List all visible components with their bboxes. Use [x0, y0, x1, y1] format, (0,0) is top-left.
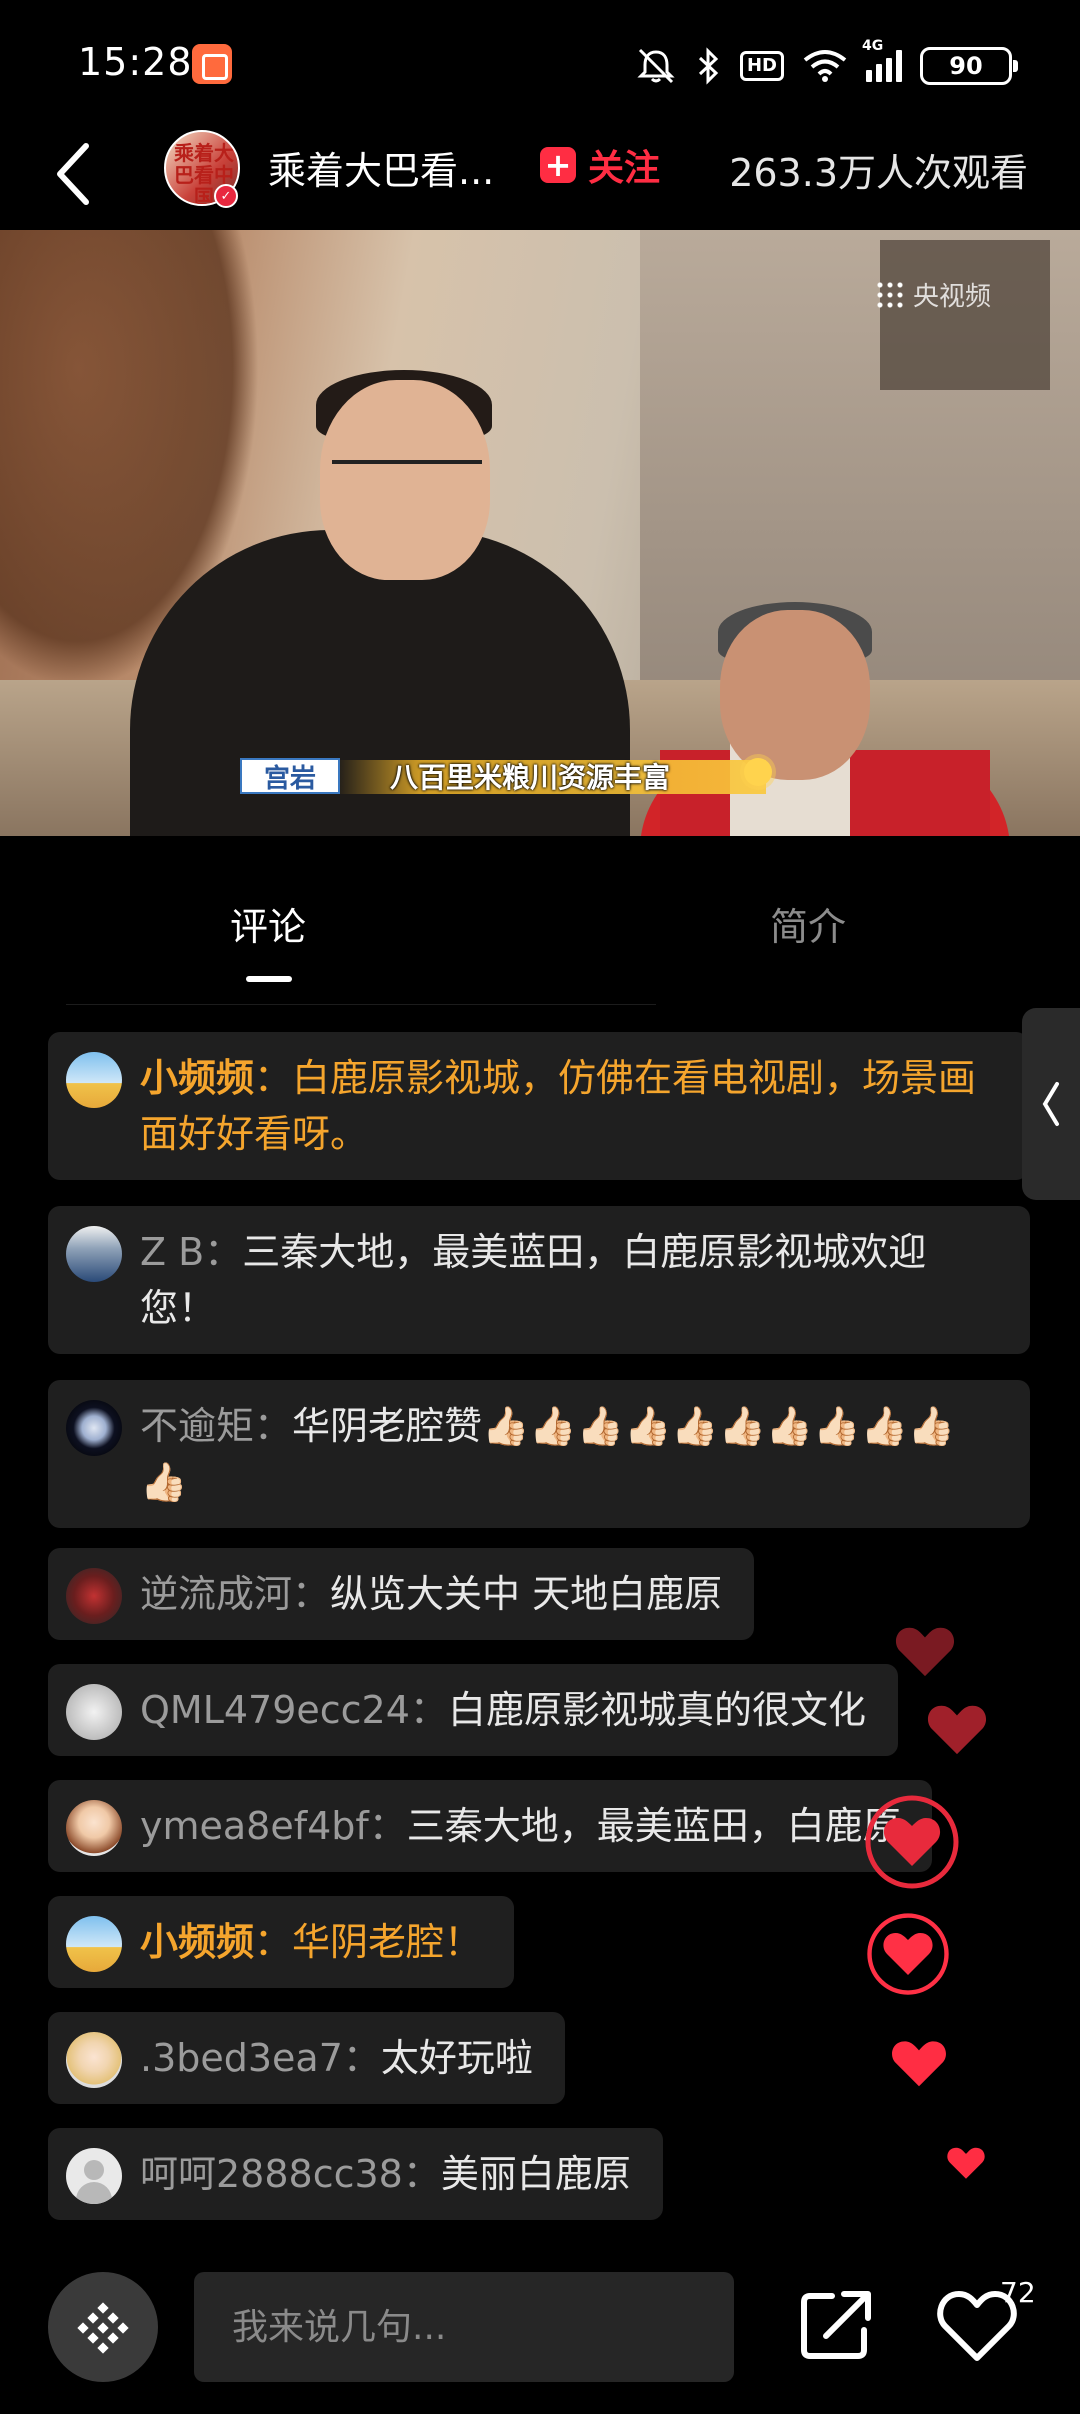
- comment-username[interactable]: 呵呵2888cc38: [140, 2152, 403, 2196]
- comment-username[interactable]: 不逾矩: [140, 1404, 254, 1448]
- floating-heart-icon: [867, 1913, 949, 1995]
- comment-separator: ：: [402, 2152, 441, 2196]
- watermark-logo-icon: [875, 279, 905, 310]
- comment-separator: ：: [254, 1920, 293, 1964]
- comment-text: 纵览大关中 天地白鹿原: [330, 1572, 723, 1616]
- sun-icon: [744, 758, 772, 786]
- chevron-left-icon: [1042, 1082, 1059, 1126]
- comment-item[interactable]: 呵呵2888cc38：美丽白鹿原: [48, 2128, 663, 2220]
- signal-icon: 4G: [862, 38, 902, 86]
- video-player[interactable]: 央视频 宫岩 八百里米粮川资源丰富: [0, 230, 1080, 836]
- comment-separator: ：: [342, 2036, 381, 2080]
- video-frame-performer-head: [720, 610, 870, 780]
- watermark-text: 央视频: [913, 282, 992, 312]
- user-avatar[interactable]: [66, 2032, 122, 2088]
- video-frame-window: [880, 240, 1050, 390]
- comment-separator: ：: [254, 1404, 293, 1448]
- back-button[interactable]: [52, 134, 122, 214]
- wifi-icon: [802, 46, 848, 86]
- user-avatar[interactable]: [66, 1800, 122, 1856]
- comment-item[interactable]: ymea8ef4bf：三秦大地，最美蓝田，白鹿原: [48, 1780, 932, 1872]
- tab-intro[interactable]: 简介: [770, 896, 846, 951]
- comment-item[interactable]: 小频频：白鹿原影视城，仿佛在看电视剧，场景画面好好看呀。: [48, 1032, 1028, 1180]
- comment-username[interactable]: 小频频: [140, 1056, 254, 1100]
- user-avatar[interactable]: [66, 2148, 122, 2204]
- comment-item[interactable]: 逆流成河：纵览大关中 天地白鹿原: [48, 1548, 755, 1640]
- floating-heart-icon: [865, 1795, 959, 1889]
- danmaku-button[interactable]: [48, 2272, 158, 2382]
- comment-separator: ：: [254, 1056, 293, 1100]
- comment-username[interactable]: 逆流成河: [140, 1572, 292, 1616]
- app-root: 15:28 HD 4G 90 乘着大巴看中国 ✓ 乘着大巴看... + 关注 2…: [0, 0, 1080, 2414]
- floating-heart-icon: [895, 1627, 955, 1677]
- channel-name[interactable]: 乘着大巴看...: [268, 140, 508, 195]
- status-time: 15:28: [78, 40, 193, 84]
- user-avatar[interactable]: [66, 1916, 122, 1972]
- share-button[interactable]: [786, 2276, 886, 2376]
- floating-heart-icon: [927, 1705, 987, 1755]
- follow-label: 关注: [588, 148, 661, 189]
- user-avatar[interactable]: [66, 1684, 122, 1740]
- danmaku-icon: [77, 2302, 129, 2354]
- comment-username[interactable]: .3bed3ea7: [140, 2036, 343, 2080]
- bluetooth-icon: [696, 46, 722, 86]
- hd-icon: HD: [739, 46, 784, 86]
- comment-separator: ：: [204, 1230, 243, 1274]
- comment-input[interactable]: [194, 2272, 734, 2382]
- user-avatar[interactable]: [66, 1052, 122, 1108]
- comment-username[interactable]: ymea8ef4bf: [140, 1804, 369, 1848]
- comment-text: 三秦大地，最美蓝田，白鹿原影视城欢迎您！: [140, 1230, 927, 1330]
- user-avatar[interactable]: [66, 1226, 122, 1282]
- battery-icon: 90: [920, 47, 1018, 85]
- comment-username[interactable]: QML479ecc24: [140, 1688, 410, 1732]
- status-icons: HD 4G 90: [634, 38, 1018, 88]
- plus-icon: +: [540, 147, 576, 183]
- follow-button[interactable]: + 关注: [540, 140, 660, 190]
- user-avatar[interactable]: [66, 1568, 122, 1624]
- tab-active-indicator: [246, 976, 292, 982]
- comment-item[interactable]: 小频频：华阴老腔！: [48, 1896, 515, 1988]
- back-arrow-icon: [57, 143, 89, 205]
- comment-text: 华阴老腔！: [292, 1920, 483, 1964]
- comment-username[interactable]: Z B: [140, 1230, 204, 1274]
- comment-text: 三秦大地，最美蓝田，白鹿原: [406, 1804, 901, 1848]
- video-caption: 八百里米粮川资源丰富: [390, 761, 671, 794]
- tab-comments[interactable]: 评论: [230, 896, 306, 951]
- share-icon: [801, 2291, 871, 2359]
- verified-badge: ✓: [214, 184, 238, 208]
- user-avatar[interactable]: [66, 1400, 122, 1456]
- notification-app-icon: [192, 44, 232, 84]
- tab-divider: [66, 1004, 656, 1005]
- tab-bar: 评论 简介: [0, 836, 1080, 1006]
- comment-text: 太好玩啦: [380, 2036, 533, 2080]
- collapse-panel-button[interactable]: [1022, 1008, 1080, 1200]
- bottom-action-bar: [0, 2254, 1080, 2414]
- video-frame-glasses: [332, 460, 482, 490]
- view-count: 263.3万人次观看: [729, 151, 1028, 195]
- video-header: 乘着大巴看中国 ✓ 乘着大巴看... + 关注 263.3万人次观看: [0, 120, 1080, 230]
- caption-name-tag: 宫岩: [240, 758, 340, 794]
- comment-item[interactable]: Z B：三秦大地，最美蓝田，白鹿原影视城欢迎您！: [48, 1206, 1030, 1354]
- comment-text: 白鹿原影视城真的很文化: [447, 1688, 866, 1732]
- comment-username[interactable]: 小频频: [140, 1920, 254, 1964]
- floating-heart-icon: [947, 2147, 985, 2179]
- comment-separator: ：: [292, 1572, 331, 1616]
- comment-text: 美丽白鹿原: [440, 2152, 631, 2196]
- comment-separator: ：: [409, 1688, 448, 1732]
- floating-heart-icon: [892, 2041, 946, 2087]
- comment-item[interactable]: 不逾矩：华阴老腔赞👍🏻👍🏻👍🏻👍🏻👍🏻👍🏻👍🏻👍🏻👍🏻👍🏻👍🏻: [48, 1380, 1030, 1528]
- like-count: 72: [1000, 2276, 1036, 2309]
- comment-separator: ：: [368, 1804, 407, 1848]
- status-bar: 15:28 HD 4G 90: [0, 0, 1080, 120]
- video-watermark: 央视频: [875, 276, 991, 313]
- comment-item[interactable]: .3bed3ea7：太好玩啦: [48, 2012, 565, 2104]
- comment-item[interactable]: QML479ecc24：白鹿原影视城真的很文化: [48, 1664, 898, 1756]
- mute-icon: [634, 46, 678, 86]
